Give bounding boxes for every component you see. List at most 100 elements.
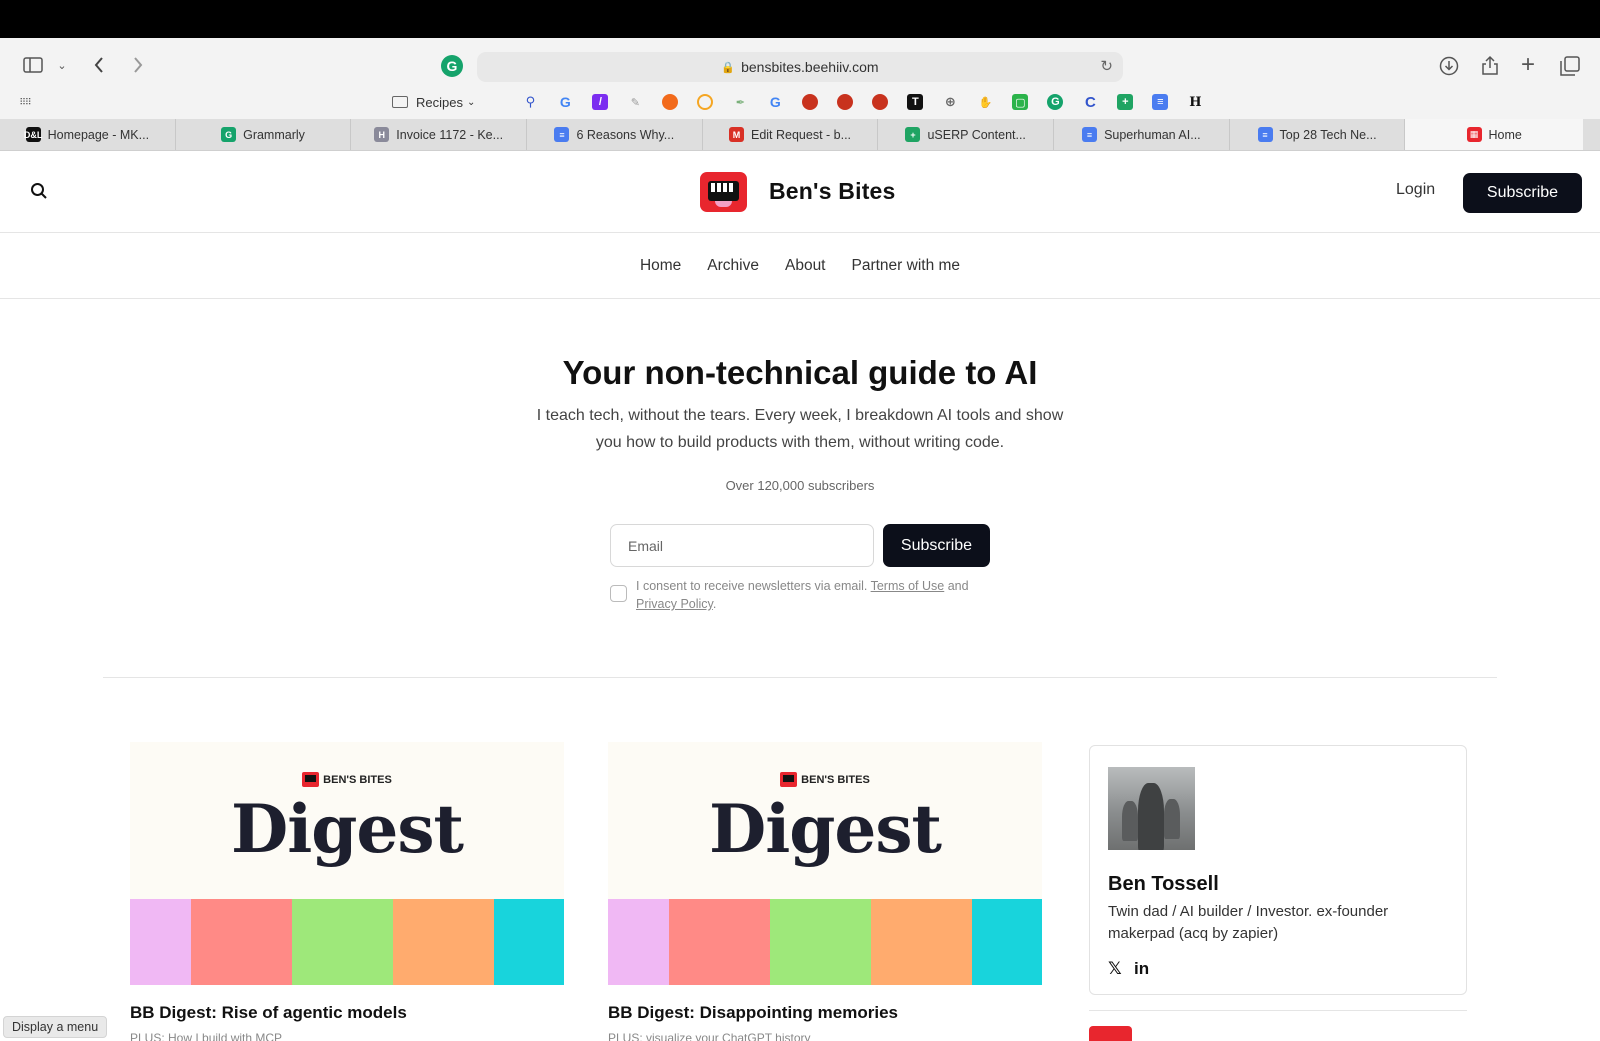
login-link[interactable]: Login	[1396, 181, 1435, 199]
tab-favicon-icon: ≡	[1082, 127, 1098, 142]
green-square-bookmark-icon[interactable]: ▢	[1012, 94, 1029, 110]
forward-arrow-icon[interactable]	[127, 53, 149, 77]
subscriber-count: Over 120,000 subscribers	[725, 478, 875, 493]
consent-checkbox[interactable]	[610, 585, 627, 602]
tab-favicon-icon: H	[374, 127, 390, 142]
hero-subtitle: I teach tech, without the tears. Every w…	[536, 407, 1064, 451]
color-stripe	[608, 899, 669, 985]
post-card[interactable]: BEN'S BITES Digest BB Digest: Rise of ag…	[130, 742, 564, 1041]
nav-partner[interactable]: Partner with me	[852, 257, 961, 275]
nav-archive[interactable]: Archive	[707, 257, 759, 275]
tab-bar: D&L Homepage - MK... G Grammarly H Invoice 11…	[0, 119, 1600, 151]
browser-tab[interactable]: ≡ 6 Reasons Why...	[527, 119, 703, 150]
tab-label: 6 Reasons Why...	[576, 127, 675, 142]
folder-icon	[392, 96, 408, 108]
privacy-link[interactable]: Privacy Policy	[636, 597, 713, 611]
consent-text: I consent to receive newsletters via ema…	[636, 579, 969, 611]
yahoo-bookmark-icon[interactable]: /	[592, 94, 609, 110]
browser-tab[interactable]: + uSERP Content...	[878, 119, 1055, 150]
terms-link[interactable]: Terms of Use	[871, 579, 945, 593]
sidebar-divider	[1089, 1010, 1467, 1011]
tab-favicon-icon: M	[728, 127, 744, 142]
email-field[interactable]	[610, 524, 874, 567]
post-card[interactable]: BEN'S BITES Digest BB Digest: Disappoint…	[608, 742, 1042, 1041]
browser-tab[interactable]: ▦ Home	[1405, 119, 1583, 150]
tab-label: Edit Request - b...	[750, 127, 852, 142]
apple-bookmark-icon[interactable]	[487, 94, 503, 110]
search-icon[interactable]	[30, 182, 48, 200]
address-bar[interactable]: 🔒 bensbites.beehiiv.com ↻	[477, 52, 1123, 82]
chevron-down-icon[interactable]: ⌄	[55, 56, 69, 74]
author-avatar	[1108, 767, 1195, 850]
download-icon[interactable]	[1437, 54, 1461, 78]
orange-circle-bookmark-icon[interactable]	[662, 94, 679, 110]
back-arrow-icon[interactable]	[88, 53, 110, 77]
tab-favicon-icon: D&L	[24, 127, 42, 142]
pen-bookmark-icon[interactable]: ✎	[627, 94, 643, 110]
bens-bites-mini-logo	[302, 772, 320, 787]
red-circle-bookmark-icon[interactable]	[802, 94, 819, 110]
site-brand-name[interactable]: Ben's Bites	[769, 178, 896, 205]
share-icon[interactable]	[1478, 52, 1502, 78]
header-subscribe-button[interactable]: Subscribe	[1463, 173, 1582, 213]
browser-tab[interactable]: ≡ Top 28 Tech Ne...	[1230, 119, 1406, 150]
google-bookmark-icon[interactable]: G	[557, 94, 573, 110]
lock-icon: 🔒	[721, 61, 736, 74]
google-bookmark-icon[interactable]: G	[767, 94, 783, 110]
linkedin-icon[interactable]: in	[1134, 959, 1149, 979]
tab-favicon-icon: ≡	[1257, 127, 1273, 142]
c-bookmark-icon[interactable]: C	[1082, 94, 1098, 111]
hero-subscribe-button[interactable]: Subscribe	[883, 524, 990, 567]
new-tab-icon[interactable]: +	[1517, 51, 1539, 78]
docs-bookmark-icon[interactable]: ≡	[1152, 94, 1169, 110]
color-stripe	[669, 899, 770, 985]
post-title[interactable]: BB Digest: Rise of agentic models	[130, 1003, 564, 1023]
post-subtitle: PLUS: visualize your ChatGPT history	[608, 1031, 811, 1041]
sidebar-toggle-icon[interactable]	[20, 54, 46, 76]
bens-bites-logo[interactable]	[700, 172, 747, 212]
section-divider	[103, 677, 1497, 678]
color-stripe	[130, 899, 191, 985]
sheets-bookmark-icon[interactable]: +	[1117, 94, 1134, 110]
bens-bites-logo	[1089, 1026, 1132, 1041]
browser-tab[interactable]: D&L Homepage - MK...	[0, 119, 176, 150]
t-bookmark-icon[interactable]: T	[907, 94, 924, 110]
tab-label: Superhuman AI...	[1104, 127, 1201, 142]
bens-bites-mini-logo	[780, 772, 798, 787]
browser-tab[interactable]: G Grammarly	[176, 119, 352, 150]
tab-favicon-icon: ≡	[554, 127, 570, 142]
apps-grid-icon[interactable]: ⠿⠿	[18, 96, 32, 108]
tab-label: uSERP Content...	[927, 127, 1026, 142]
browser-tab[interactable]: M Edit Request - b...	[703, 119, 879, 150]
post-subtitle: PLUS: How I build with MCP	[130, 1031, 283, 1041]
red-circle-bookmark-icon[interactable]	[837, 94, 854, 110]
red-circle-bookmark-icon[interactable]	[872, 94, 889, 110]
grammarly-extension-icon[interactable]: G	[441, 55, 463, 77]
system-menu-bar	[0, 0, 1600, 38]
bookmarks-bar: Recipes ⌄ ⚲ G / ✎ ✒ G T ⊕ ✋ ▢ G C + ≡ H	[392, 93, 1222, 111]
nav-home[interactable]: Home	[640, 257, 681, 275]
post-thumbnail[interactable]: BEN'S BITES Digest	[608, 742, 1042, 985]
globe-bookmark-icon[interactable]: ⊕	[942, 94, 958, 110]
tab-overview-icon[interactable]	[1558, 54, 1582, 78]
browser-toolbar: ⌄ G 🔒 bensbites.beehiiv.com ↻ + ⠿⠿ Recip…	[0, 38, 1600, 119]
browser-tab[interactable]: H Invoice 1172 - Ke...	[351, 119, 528, 150]
tab-favicon-icon: +	[905, 127, 921, 142]
nav-about[interactable]: About	[785, 257, 826, 275]
h-bookmark-icon[interactable]: H	[1187, 94, 1203, 110]
search-bookmark-icon[interactable]: ⚲	[522, 94, 538, 110]
tab-label: Homepage - MK...	[47, 127, 150, 142]
x-icon[interactable]: 𝕏	[1108, 959, 1122, 979]
hand-bookmark-icon[interactable]: ✋	[977, 94, 993, 110]
browser-tab[interactable]: ≡ Superhuman AI...	[1054, 119, 1230, 150]
tab-favicon-icon: ▦	[1466, 127, 1482, 142]
quill-bookmark-icon[interactable]: ✒	[732, 94, 748, 110]
grammarly-bookmark-icon[interactable]: G	[1047, 94, 1064, 110]
bookmark-folder-recipes[interactable]: Recipes ⌄	[392, 95, 475, 110]
orange-globe-bookmark-icon[interactable]	[697, 94, 714, 110]
tab-label: Invoice 1172 - Ke...	[396, 127, 504, 142]
post-title[interactable]: BB Digest: Disappointing memories	[608, 1003, 1042, 1023]
color-stripe	[191, 899, 292, 985]
post-thumbnail[interactable]: BEN'S BITES Digest	[130, 742, 564, 985]
reload-icon[interactable]: ↻	[1100, 57, 1113, 75]
